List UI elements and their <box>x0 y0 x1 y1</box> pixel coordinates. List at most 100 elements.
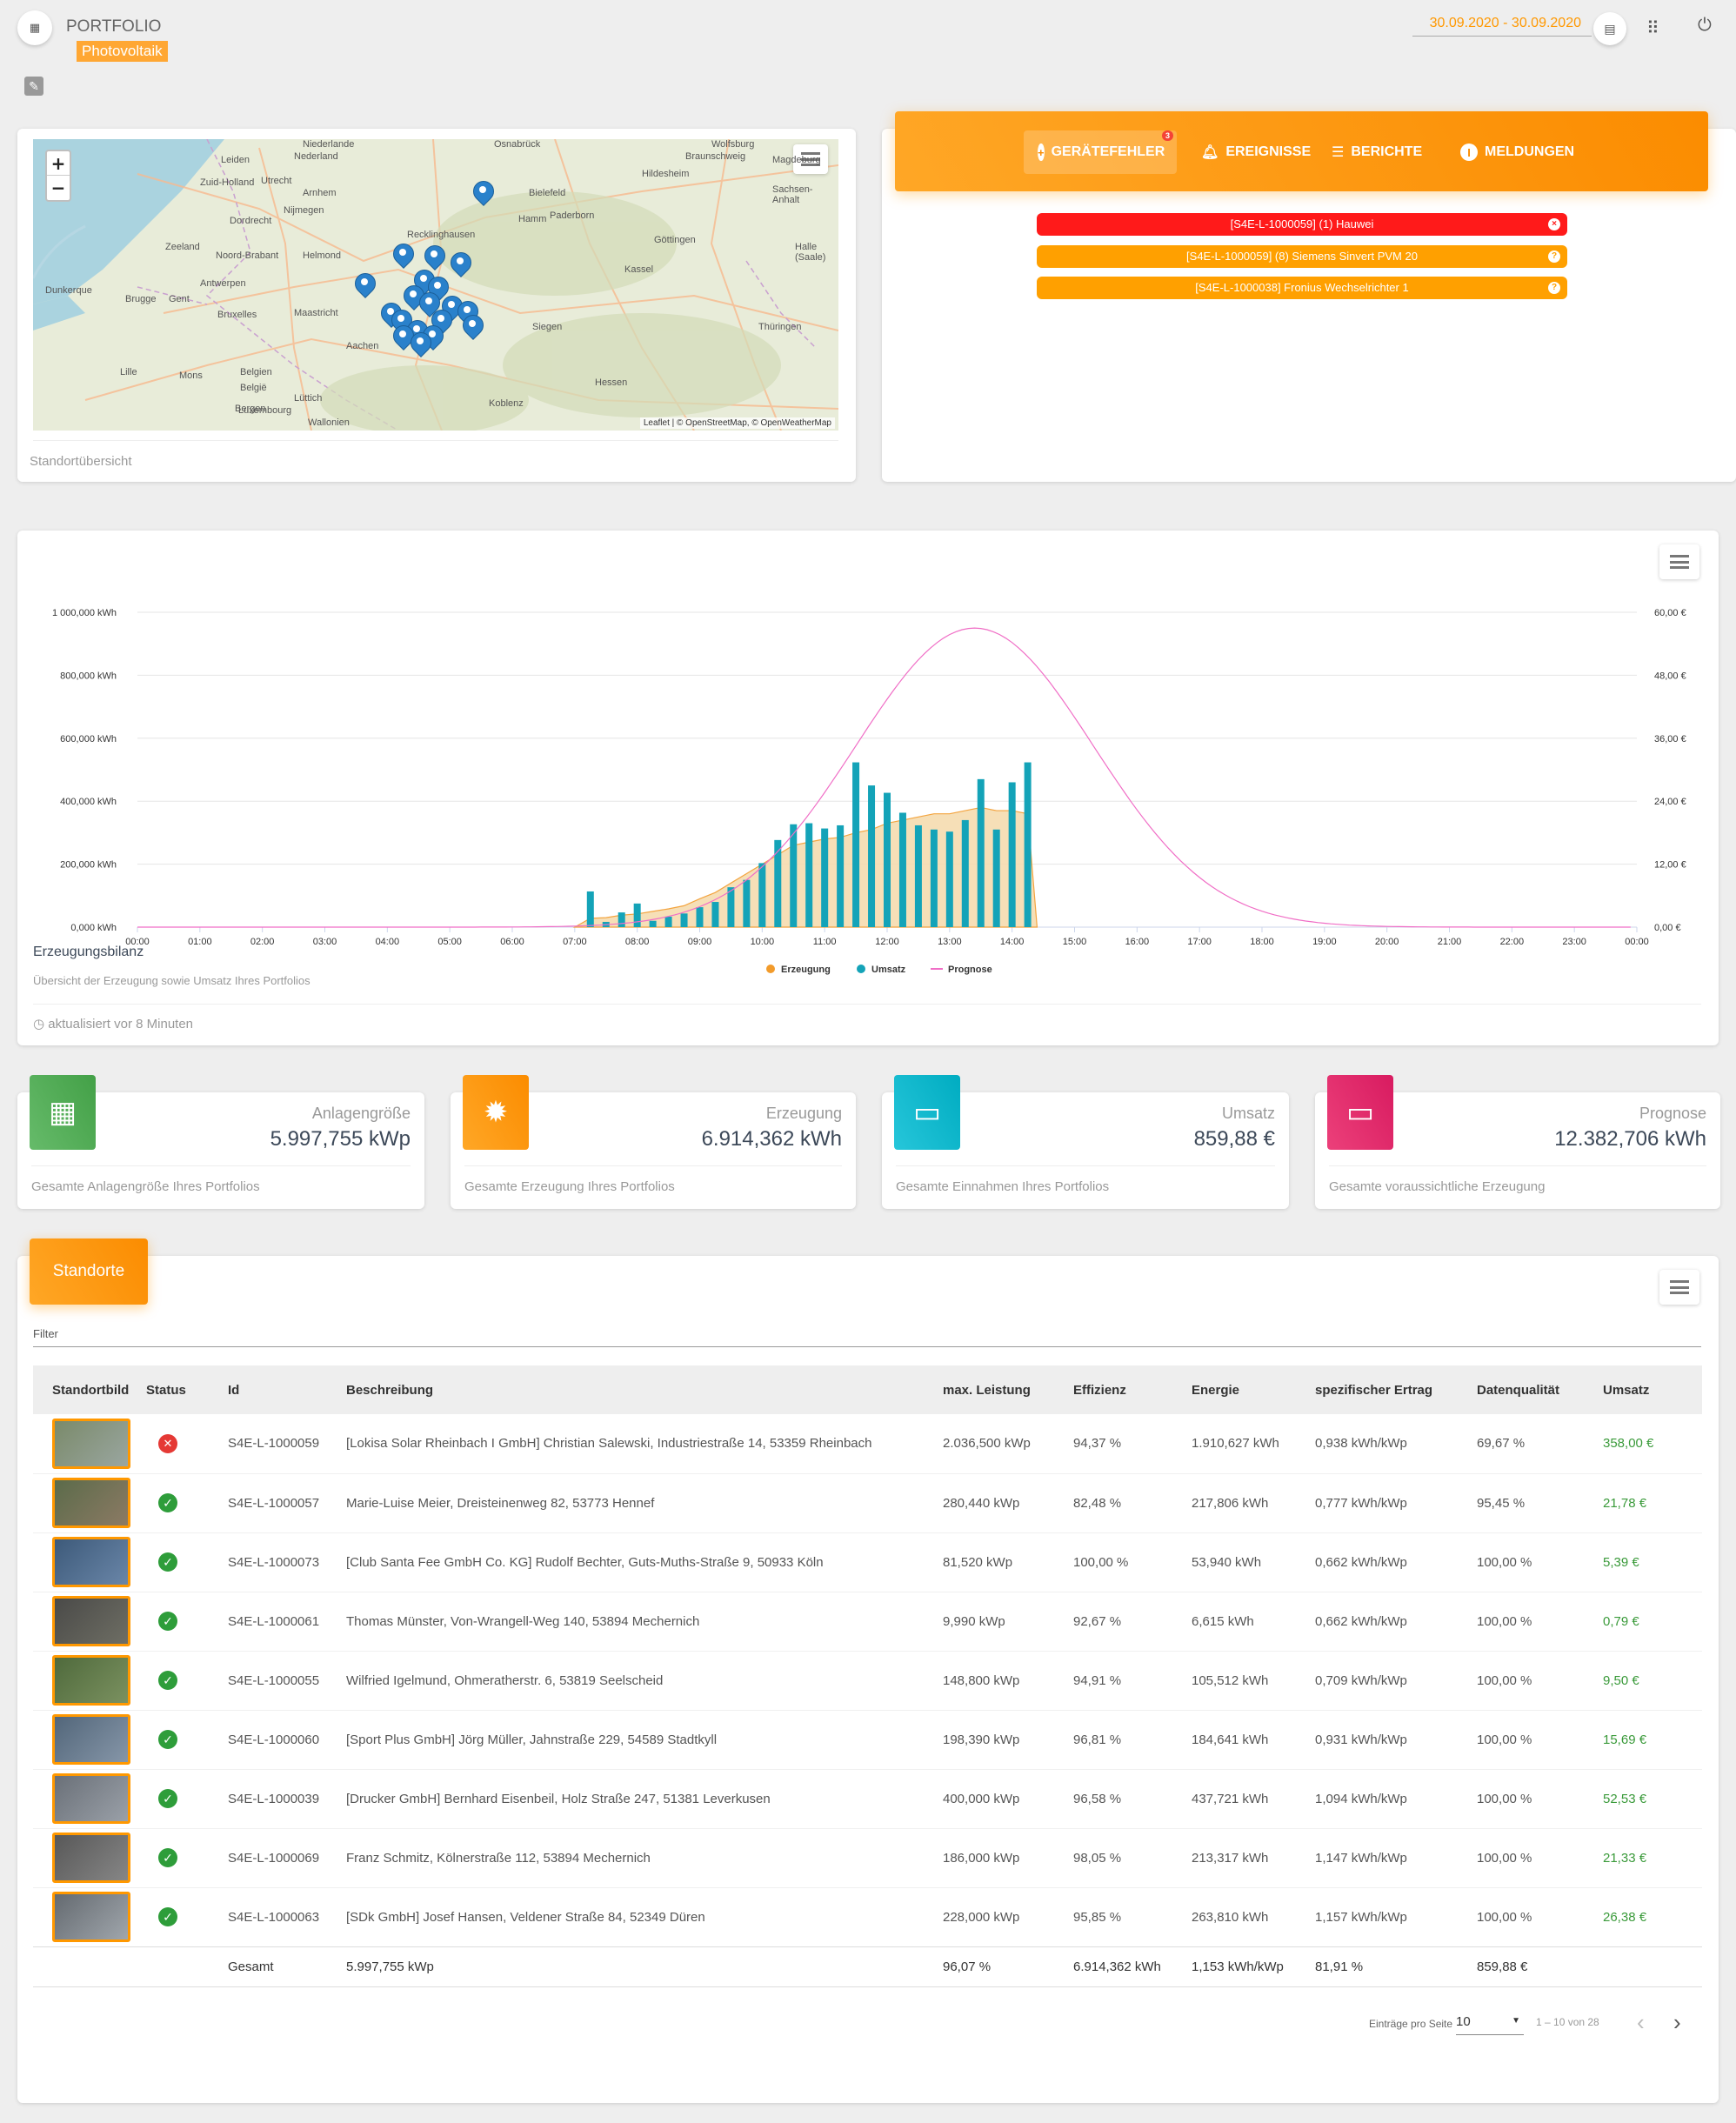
site-revenue: 15,69 € <box>1594 1710 1702 1770</box>
date-range-input[interactable]: 30.09.2020 - 30.09.2020 <box>1412 12 1592 37</box>
stat-footer: Gesamte Einnahmen Ihres Portfolios <box>896 1179 1110 1194</box>
site-thumbnail[interactable] <box>52 1714 130 1765</box>
table-row[interactable]: ✓ S4E-L-1000063 [SDk GmbH] Josef Hansen, V… <box>33 1887 1702 1947</box>
per-page-select[interactable]: 10 ▼ <box>1456 2011 1524 2035</box>
edit-icon[interactable]: ✎ <box>24 77 43 96</box>
alert-message[interactable]: [S4E-L-1000059] (8) Siemens Sinvert PVM … <box>1037 245 1567 268</box>
tab-meldungen[interactable]: i MELDUNGEN <box>1446 130 1588 174</box>
map-marker[interactable] <box>393 244 412 270</box>
help-icon[interactable]: ? <box>1548 250 1560 263</box>
col-umsatz[interactable]: Umsatz <box>1594 1365 1702 1414</box>
col-energie[interactable]: Energie <box>1183 1365 1306 1414</box>
next-page-button[interactable]: › <box>1673 2009 1681 2036</box>
site-id: S4E-L-1000060 <box>219 1710 337 1770</box>
umsatz-bar <box>898 812 906 927</box>
wallet-icon: ▭ <box>894 1075 960 1150</box>
col-status[interactable]: Status <box>137 1365 219 1414</box>
site-id: S4E-L-1000057 <box>219 1473 337 1533</box>
legend-marker <box>766 965 775 973</box>
umsatz-bar <box>930 829 938 927</box>
map-marker[interactable] <box>393 325 412 351</box>
site-map[interactable]: + − Niederlande Nederland Osnabrück Wolfsbu… <box>33 139 838 431</box>
col-id[interactable]: Id <box>219 1365 337 1414</box>
site-thumbnail[interactable] <box>52 1892 130 1942</box>
umsatz-bar <box>1008 782 1016 927</box>
map-card: + − Niederlande Nederland Osnabrück Wolfsbu… <box>17 129 856 482</box>
tab-ereignisse[interactable]: 🔔︎ EREIGNISSE <box>1187 130 1325 174</box>
map-label: Antwerpen <box>200 278 246 289</box>
site-quality: 100,00 % <box>1468 1887 1594 1947</box>
divider <box>33 440 838 441</box>
alert-message[interactable]: [S4E-L-1000059] (1) Hauwei × <box>1037 213 1567 236</box>
close-icon[interactable]: × <box>1548 218 1560 230</box>
site-quality: 100,00 % <box>1468 1769 1594 1829</box>
site-revenue: 5,39 € <box>1594 1532 1702 1592</box>
site-revenue: 21,78 € <box>1594 1473 1702 1533</box>
map-attribution: Leaflet | © OpenStreetMap, © OpenWeather… <box>639 417 835 429</box>
legend-label: Erzeugung <box>781 965 831 975</box>
site-power: 280,440 kWp <box>934 1473 1065 1533</box>
site-thumbnail[interactable] <box>52 1418 130 1469</box>
table-row[interactable]: ✕ S4E-L-1000059 [Lokisa Solar Rheinbach I … <box>33 1414 1702 1474</box>
map-marker[interactable] <box>473 181 492 207</box>
map-label: Leiden <box>221 155 250 165</box>
col-spezifischer-ertrag[interactable]: spezifischer Ertrag <box>1306 1365 1468 1414</box>
site-thumbnail[interactable] <box>52 1596 130 1646</box>
prev-page-button[interactable]: ‹ <box>1637 2009 1645 2036</box>
tab-berichte[interactable]: ☰ BERICHTE <box>1318 130 1436 174</box>
calendar-icon[interactable]: ▤ <box>1593 12 1626 45</box>
chart-menu-button[interactable] <box>1659 544 1699 579</box>
apps-grid-icon[interactable]: ⠿ <box>1646 17 1659 39</box>
table-row[interactable]: ✓ S4E-L-1000073 [Club Santa Fee GmbH Co. K… <box>33 1532 1702 1592</box>
stat-title: Anlagengröße <box>311 1105 411 1122</box>
site-efficiency: 82,48 % <box>1065 1473 1183 1533</box>
site-id: S4E-L-1000073 <box>219 1532 337 1592</box>
filter-input[interactable] <box>33 1346 1701 1347</box>
table-row[interactable]: ✓ S4E-L-1000039 [Drucker GmbH] Bernhard Ei… <box>33 1769 1702 1829</box>
site-id: S4E-L-1000069 <box>219 1828 337 1888</box>
site-thumbnail[interactable] <box>52 1773 130 1824</box>
table-row[interactable]: ✓ S4E-L-1000061 Thomas Münster, Von-Wrange… <box>33 1592 1702 1652</box>
stat-value: 6.914,362 kWh <box>701 1127 842 1151</box>
map-marker[interactable] <box>463 315 482 341</box>
col-effizienz[interactable]: Effizienz <box>1065 1365 1183 1414</box>
map-label: Hessen <box>595 377 628 388</box>
map-label: Mons <box>179 371 203 381</box>
map-marker[interactable] <box>411 332 430 358</box>
col-datenqualitaet[interactable]: Datenqualität <box>1468 1365 1594 1414</box>
map-marker[interactable] <box>451 252 470 278</box>
tab-geraetefehler[interactable]: + GERÄTEFEHLER 3 <box>1024 130 1177 174</box>
chart-card: 0,000 kWh 0,00 € 200,000 kWh 12,00 € 400,000… <box>17 531 1719 1045</box>
sidebar-toggle-button[interactable]: ▦ <box>17 10 52 45</box>
map-label: Göttingen <box>654 235 696 245</box>
help-icon[interactable]: ? <box>1548 282 1560 294</box>
zoom-out-button[interactable]: − <box>47 176 70 200</box>
site-thumbnail[interactable] <box>52 1833 130 1883</box>
tab-label: GERÄTEFEHLER <box>1051 144 1165 159</box>
site-thumbnail[interactable] <box>52 1537 130 1587</box>
site-revenue: 0,79 € <box>1594 1592 1702 1652</box>
map-marker[interactable] <box>355 273 374 299</box>
map-label: Paderborn <box>550 210 595 221</box>
site-description: [Lokisa Solar Rheinbach I GmbH] Christia… <box>337 1414 934 1474</box>
map-label: Nijmegen <box>284 205 324 216</box>
col-standortbild[interactable]: Standortbild <box>33 1365 137 1414</box>
table-row[interactable]: ✓ S4E-L-1000069 Franz Schmitz, Kölnerstraß… <box>33 1828 1702 1888</box>
alert-message[interactable]: [S4E-L-1000038] Fronius Wechselrichter 1… <box>1037 277 1567 299</box>
stat-title: Prognose <box>1639 1105 1706 1122</box>
alerts-tab-bar: + GERÄTEFEHLER 3 🔔︎ EREIGNISSE ☰ BERICHTE iM… <box>895 111 1708 191</box>
map-marker[interactable] <box>424 245 444 271</box>
table-row[interactable]: ✓ S4E-L-1000060 [Sport Plus GmbH] Jörg Mül… <box>33 1710 1702 1770</box>
site-thumbnail[interactable] <box>52 1655 130 1706</box>
zoom-in-button[interactable]: + <box>47 151 70 176</box>
col-max-leistung[interactable]: max. Leistung <box>934 1365 1065 1414</box>
power-icon[interactable]: ⏻ <box>1698 16 1712 36</box>
map-label: Lüttich <box>294 393 323 404</box>
table-menu-button[interactable] <box>1659 1270 1699 1305</box>
table-row[interactable]: ✓ S4E-L-1000057 Marie-Luise Meier, Dreiste… <box>33 1473 1702 1533</box>
umsatz-bar <box>758 863 766 927</box>
col-beschreibung[interactable]: Beschreibung <box>337 1365 934 1414</box>
y-left-tick-label: 0,000 kWh <box>70 923 117 933</box>
table-row[interactable]: ✓ S4E-L-1000055 Wilfried Igelmund, Ohmerat… <box>33 1651 1702 1711</box>
site-thumbnail[interactable] <box>52 1478 130 1528</box>
